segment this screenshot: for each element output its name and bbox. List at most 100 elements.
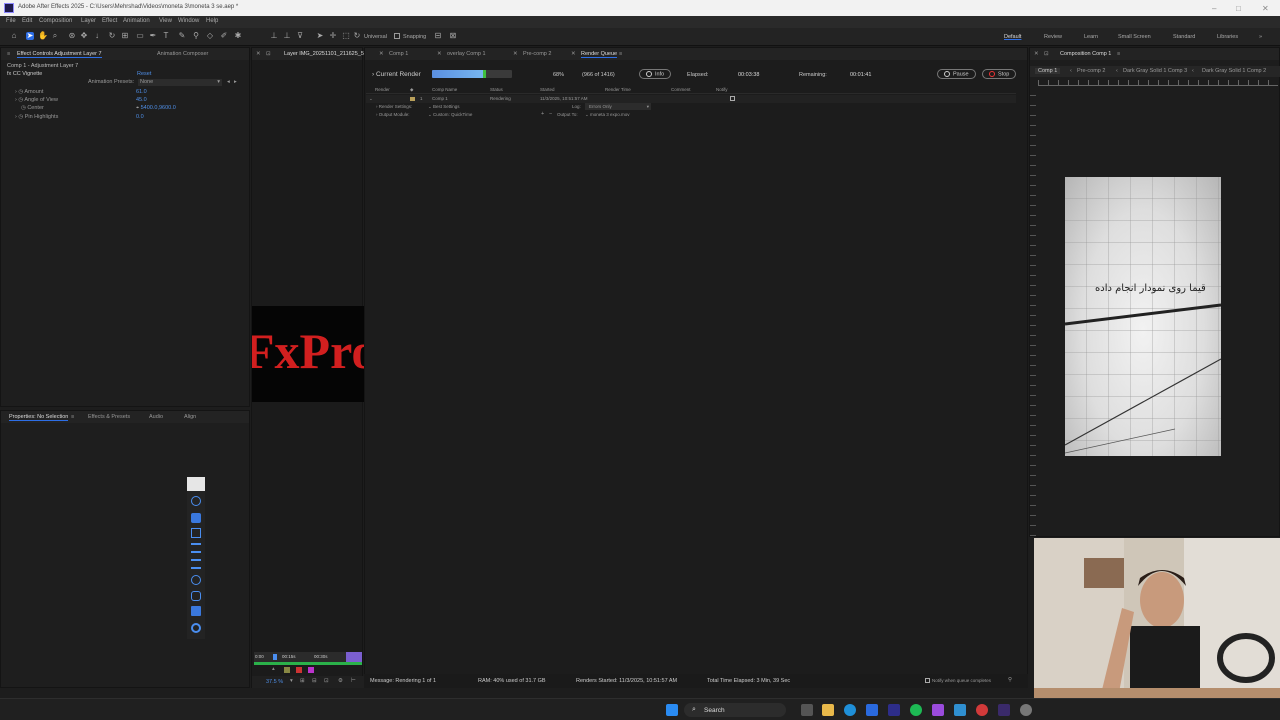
- output-module-row[interactable]: › Output Module:: [376, 112, 410, 117]
- notify-checkbox[interactable]: [730, 96, 735, 101]
- marker-icon[interactable]: ▴: [272, 666, 275, 672]
- zoom-tool-icon[interactable]: ⌕: [51, 32, 59, 40]
- panel-menu-icon[interactable]: ≡: [619, 51, 622, 57]
- breadcrumb-comp-1[interactable]: Comp 1: [1035, 68, 1061, 74]
- snap-grid-icon[interactable]: ⊠: [449, 32, 457, 40]
- param-value[interactable]: 0.0: [136, 114, 144, 120]
- close-tab-icon[interactable]: ✕: [256, 51, 261, 57]
- workspace-small-screen[interactable]: Small Screen: [1118, 34, 1151, 40]
- pan-tool-icon[interactable]: ✥: [80, 32, 88, 40]
- universal-icon[interactable]: ↻: [353, 32, 361, 40]
- tab-audio[interactable]: Audio: [149, 414, 163, 420]
- lock-icon[interactable]: ⊡: [1044, 51, 1049, 57]
- workspace-overflow-icon[interactable]: »: [1259, 34, 1262, 40]
- tab-render-queue[interactable]: Render Queue: [581, 51, 618, 58]
- vscode-icon[interactable]: [866, 704, 878, 716]
- close-tab-icon[interactable]: ✕: [513, 51, 518, 57]
- col-status[interactable]: Status: [490, 87, 503, 92]
- workspace-default[interactable]: Default: [1004, 34, 1021, 40]
- remove-output-icon[interactable]: −: [549, 111, 552, 117]
- type-tool-icon[interactable]: T: [162, 32, 170, 40]
- output-module-value[interactable]: ⌄ Custom: QuickTime: [428, 112, 472, 118]
- tab-pre-comp-2[interactable]: Pre-comp 2: [523, 51, 551, 57]
- axis-world-icon[interactable]: ⊥: [283, 32, 291, 40]
- settings-gear-icon[interactable]: [191, 623, 201, 633]
- col-started[interactable]: Started: [540, 87, 555, 92]
- home-icon[interactable]: ⌂: [10, 32, 18, 40]
- label-tag-icon[interactable]: ◆: [410, 87, 413, 93]
- output-to-value[interactable]: ⌄ moneta 3 expo.mov: [585, 112, 630, 118]
- brush-tool-icon[interactable]: ✎: [178, 32, 186, 40]
- zoom-value[interactable]: 37.5 %: [266, 679, 283, 685]
- menu-composition[interactable]: Composition: [39, 18, 72, 24]
- settings-gear-icon[interactable]: [1020, 704, 1032, 716]
- distribute-icon[interactable]: [191, 559, 201, 569]
- anchor-tool-icon[interactable]: ⊞: [121, 32, 129, 40]
- snap-options-icon[interactable]: ⊟: [434, 32, 442, 40]
- rotate-tool-icon[interactable]: ⬚: [342, 32, 350, 40]
- roto-tool-icon[interactable]: ✐: [220, 32, 228, 40]
- menu-help[interactable]: Help: [206, 18, 218, 24]
- chrome-icon[interactable]: [976, 704, 988, 716]
- selection-tool-icon[interactable]: ➤: [26, 32, 34, 40]
- col-notify[interactable]: Notify: [716, 87, 728, 92]
- taskbar-search[interactable]: ⌕ Search: [684, 703, 786, 717]
- center-value[interactable]: 5400.0,9600.0: [141, 105, 176, 111]
- notify-bell-icon[interactable]: ⚲: [1008, 677, 1012, 683]
- maximize-icon[interactable]: □: [1236, 4, 1241, 13]
- universal-label[interactable]: Universal: [364, 34, 387, 40]
- grid-icon[interactable]: [191, 606, 201, 616]
- work-area-bar[interactable]: [254, 662, 362, 665]
- close-tab-icon[interactable]: ✕: [1034, 51, 1039, 57]
- align-icon[interactable]: [191, 543, 201, 553]
- tab-overlay-comp-1[interactable]: overlay Comp 1: [447, 51, 486, 57]
- snapshot-icon[interactable]: ⊡: [324, 678, 329, 684]
- preset-next-icon[interactable]: ▸: [234, 79, 237, 85]
- menu-window[interactable]: Window: [178, 18, 199, 24]
- panel-menu-icon[interactable]: ≡: [71, 414, 74, 420]
- shape-tool-icon[interactable]: ▭: [136, 32, 144, 40]
- menu-file[interactable]: File: [6, 18, 16, 24]
- expand-icon[interactable]: ⌄: [369, 96, 373, 102]
- axis-local-icon[interactable]: ⊥: [270, 32, 278, 40]
- minimize-icon[interactable]: –: [1212, 4, 1216, 13]
- telegram-icon[interactable]: [954, 704, 966, 716]
- grid-icon[interactable]: ⊟: [312, 678, 317, 684]
- tab-composition[interactable]: Composition Comp 1: [1060, 51, 1111, 57]
- workspace-learn[interactable]: Learn: [1084, 34, 1098, 40]
- param-row[interactable]: › ◷ Amount: [15, 89, 43, 95]
- windows-start-icon[interactable]: [666, 704, 678, 716]
- close-tab-icon[interactable]: ✕: [379, 51, 384, 57]
- view-options-icon[interactable]: ⊢: [351, 678, 356, 684]
- panel-menu-icon[interactable]: ≡: [1117, 51, 1120, 57]
- col-comp-name[interactable]: Comp Name: [432, 87, 457, 92]
- spotify-icon[interactable]: [910, 704, 922, 716]
- close-tab-icon[interactable]: ✕: [437, 51, 442, 57]
- param-value[interactable]: 45.0: [136, 97, 147, 103]
- pen-tool-icon[interactable]: ✒: [149, 32, 157, 40]
- workspace-review[interactable]: Review: [1044, 34, 1062, 40]
- notify-queue-label[interactable]: Notify when queue completes: [932, 678, 991, 683]
- tab-properties[interactable]: Properties: No Selection: [9, 414, 69, 421]
- effect-name[interactable]: fx CC Vignette: [7, 71, 42, 77]
- menu-view[interactable]: View: [159, 18, 172, 24]
- workspace-libraries[interactable]: Libraries: [1217, 34, 1238, 40]
- param-value[interactable]: 61.0: [136, 89, 147, 95]
- render-settings-row[interactable]: › Render Settings:: [376, 104, 412, 109]
- resolution-icon[interactable]: ▾: [290, 678, 293, 684]
- param-row[interactable]: › ◷ Pin Highlights: [15, 114, 58, 120]
- after-effects-taskbar-icon[interactable]: [998, 704, 1010, 716]
- breadcrumb-solid-comp-2[interactable]: Dark Gray Solid 1 Comp 2: [1202, 68, 1266, 74]
- orbit-tool-icon[interactable]: ⊛: [68, 32, 76, 40]
- log-dropdown[interactable]: Errors Only ▾: [585, 103, 651, 110]
- breadcrumb-solid-comp-3[interactable]: Dark Gray Solid 1 Comp 3: [1123, 68, 1187, 74]
- tab-effect-controls[interactable]: Effect Controls Adjustment Layer 7: [17, 51, 102, 58]
- param-value[interactable]: ⌖ 5400.0,9600.0: [136, 105, 176, 112]
- hand-tool-icon[interactable]: ✋: [38, 32, 48, 40]
- panel-menu-icon[interactable]: ≡: [7, 51, 10, 57]
- breadcrumb-pre-comp-2[interactable]: Pre-comp 2: [1077, 68, 1105, 74]
- edge-icon[interactable]: [844, 704, 856, 716]
- param-row[interactable]: › ◷ Angle of View: [15, 97, 58, 103]
- tab-animation-composer[interactable]: Animation Composer: [157, 51, 208, 57]
- menu-layer[interactable]: Layer: [81, 18, 96, 24]
